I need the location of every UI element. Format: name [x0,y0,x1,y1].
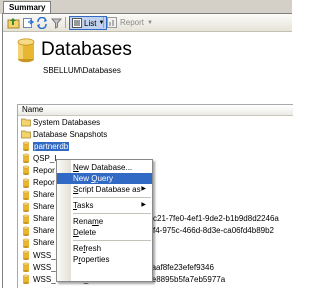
list-item-label-overflow: f4-975c-466d-8d3e-ca06fd4b89b2 [153,226,274,236]
database-icon [22,190,30,200]
toolbar-separator [65,17,66,28]
list-item-label: Share [33,214,55,224]
menu-item-label: Delete [73,228,97,237]
database-icon [17,38,35,63]
menu-separator [73,197,151,198]
database-icon [22,214,30,224]
report-button[interactable]: Report ▼ [107,16,153,29]
menu-item-label: Script Database as [73,185,141,194]
summary-pane: List ▼ Report ▼ Databases SBELLUM\Databa… [2,13,293,288]
filter-icon[interactable] [51,16,62,29]
menu-item-label: New Database... [73,163,133,172]
list-item-label: Share [33,202,55,212]
tabstrip: Summary [0,0,292,14]
list-view-button[interactable]: List ▼ [69,16,108,30]
folder-icon [21,130,31,139]
menu-item-label: Refresh [73,244,102,253]
list-view-label: List [84,18,97,28]
list-item-label: Share [33,190,55,200]
menu-separator [73,213,151,214]
chevron-right-icon: ▶ [141,186,146,192]
list-item-label: Repor [33,165,55,175]
list-item-label: WSS_ [33,250,56,260]
page-title: Databases [41,39,132,60]
list-item-label: Share [33,226,55,236]
header: Databases SBELLUM\Databases [3,33,292,95]
refresh-icon[interactable] [36,16,48,29]
menu-item-new-database[interactable]: New Database... [57,162,152,173]
list-item-label: QSP_I [33,153,57,163]
folder-icon [21,118,31,127]
menu-item-label: New Query [73,174,114,183]
database-icon [22,226,30,236]
menu-item-label: Rename [73,217,104,226]
list-item-label: Database Snapshots [33,129,108,139]
database-icon [22,262,30,273]
context-menu: New Database... New Query Script Database … [56,159,153,282]
toolbar: List ▼ Report ▼ [3,14,292,32]
menu-item-delete[interactable]: Delete [57,227,152,238]
menu-item-rename[interactable]: Rename [57,216,152,227]
go-up-icon[interactable] [7,16,20,29]
list-item-label: Repor [33,178,55,188]
menu-item-label: Tasks [73,201,94,210]
list-item-label: System Databases [33,117,101,127]
report-icon [107,17,117,28]
menu-item-tasks[interactable]: Tasks ▶ [57,200,152,211]
database-icon [22,202,30,212]
menu-item-label: Properties [73,255,110,264]
column-header-name[interactable]: Name [18,105,293,116]
list-item[interactable]: System Databases [18,116,293,128]
database-icon [22,238,30,248]
list-item[interactable]: Database Snapshots [18,128,293,140]
menu-item-properties[interactable]: Properties [57,254,152,265]
database-icon [22,274,30,285]
database-icon [22,178,30,188]
menu-item-refresh[interactable]: Refresh [57,243,152,254]
database-icon [22,250,30,261]
report-label: Report [120,18,145,27]
chevron-right-icon: ▶ [141,202,146,208]
menu-item-new-query[interactable]: New Query [57,173,152,184]
list-item[interactable]: partnerdb [18,140,293,152]
chevron-down-icon: ▼ [147,19,153,26]
list-item-label-overflow: c21-7fe0-4ef1-9de2-b1b9d8d2246a [153,214,279,224]
sync-icon[interactable] [22,16,34,29]
menu-item-script-database-as[interactable]: Script Database as ▶ [57,184,152,195]
database-icon [22,166,30,176]
toolbar-separator [103,17,104,28]
menu-separator [73,240,151,241]
database-icon [22,141,30,152]
list-view-icon [72,18,82,28]
breadcrumb: SBELLUM\Databases [43,66,121,75]
list-item-label: Share [33,238,55,248]
list-item-label: partnerdb [33,141,70,151]
database-icon [22,153,30,164]
